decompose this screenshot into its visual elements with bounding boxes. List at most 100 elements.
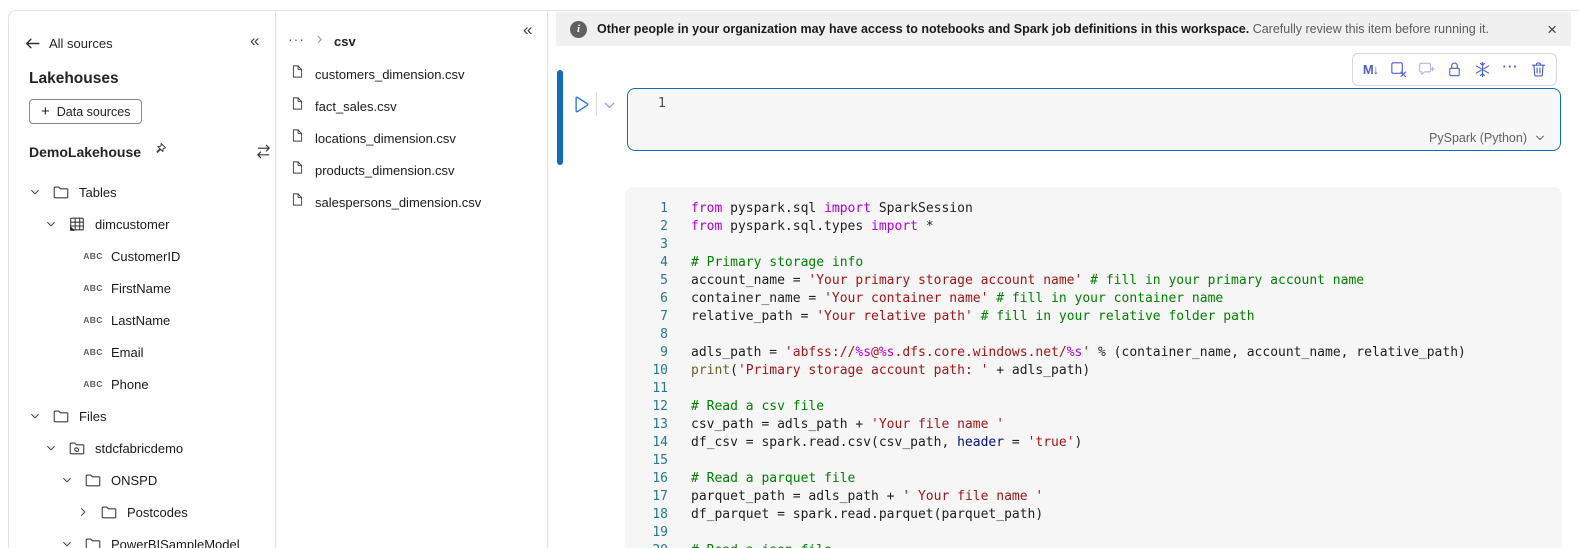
line-number: 16 xyxy=(625,470,668,488)
breadcrumb-current-folder[interactable]: csv xyxy=(334,34,356,49)
chevron-placeholder xyxy=(59,280,75,296)
code-text: df_parquet = spark.read.parquet(parquet_… xyxy=(691,506,1043,524)
tree-item-firstname[interactable]: ABC FirstName xyxy=(9,272,275,304)
divider xyxy=(596,92,597,116)
folder-icon xyxy=(99,502,119,522)
close-banner-icon[interactable]: × xyxy=(1547,21,1557,38)
shortcut-folder-icon xyxy=(67,438,87,458)
collapse-files-panel-icon[interactable]: « xyxy=(523,21,532,38)
info-icon: i xyxy=(570,21,587,38)
plus-icon: + xyxy=(41,103,50,120)
banner-regular-text: Carefully review this item before runnin… xyxy=(1249,22,1489,36)
folder-icon xyxy=(83,470,103,490)
tree-item-label: Phone xyxy=(111,377,149,392)
tree-item-onspd[interactable]: ONSPD xyxy=(9,464,275,496)
markdown-icon[interactable]: M↓ xyxy=(1358,57,1384,83)
tree-item-label: ONSPD xyxy=(111,473,157,488)
line-number: 10 xyxy=(625,362,668,380)
tree-item-label: FirstName xyxy=(111,281,171,296)
clear-output-icon[interactable] xyxy=(1386,57,1412,83)
code-cell[interactable]: 1from pyspark.sql import SparkSession2fr… xyxy=(625,187,1562,548)
collapse-panel-icon[interactable]: « xyxy=(250,32,259,49)
code-line: 3 xyxy=(625,236,1562,254)
line-number: 12 xyxy=(625,398,668,416)
code-text: print('Primary storage account path: ' +… xyxy=(691,362,1090,380)
code-line: 15 xyxy=(625,452,1562,470)
chevron-down-icon[interactable] xyxy=(27,408,43,424)
switch-lakehouse-icon[interactable] xyxy=(254,142,273,166)
cell-language-selector[interactable]: PySpark (Python) xyxy=(1429,131,1546,145)
abc-badge: ABC xyxy=(83,278,103,298)
freeze-icon[interactable] xyxy=(1470,57,1496,83)
tree-item-postcodes[interactable]: Postcodes xyxy=(9,496,275,528)
code-line: 5account_name = 'Your primary storage ac… xyxy=(625,272,1562,290)
line-number: 6 xyxy=(625,290,668,308)
line-number: 13 xyxy=(625,416,668,434)
banner-text: Other people in your organization may ha… xyxy=(597,22,1489,36)
code-line: 13 csv_path = adls_path + 'Your file name… xyxy=(625,416,1562,434)
active-cell-line-number: 1 xyxy=(658,96,666,111)
code-text: df_csv = spark.read.csv(csv_path, header… xyxy=(691,434,1082,452)
page-title: Lakehouses xyxy=(29,70,119,88)
chevron-down-icon[interactable] xyxy=(59,536,75,548)
code-text: container_name = 'Your container name' #… xyxy=(691,290,1223,308)
file-item[interactable]: salespersons_dimension.csv xyxy=(277,186,547,218)
code-line: 19 xyxy=(625,524,1562,542)
file-item[interactable]: fact_sales.csv xyxy=(277,90,547,122)
code-text: relative_path = 'Your relative path' # f… xyxy=(691,308,1255,326)
tree-item-label: Tables xyxy=(79,185,117,200)
more-icon[interactable]: ··· xyxy=(1498,57,1524,83)
code-text: adls_path = 'abfss://%s@%s.dfs.core.wind… xyxy=(691,344,1466,362)
tree-item-dimcustomer[interactable]: dimcustomer xyxy=(9,208,275,240)
code-line: 11 xyxy=(625,380,1562,398)
chevron-down-icon[interactable] xyxy=(43,216,59,232)
tree-item-customerid[interactable]: ABCCustomerID xyxy=(9,240,275,272)
add-data-sources-button[interactable]: + Data sources xyxy=(29,99,142,124)
breadcrumb-overflow[interactable]: ··· xyxy=(288,31,305,51)
back-label: All sources xyxy=(49,36,113,51)
code-line: 14df_csv = spark.read.csv(csv_path, head… xyxy=(625,434,1562,452)
tree-item-email[interactable]: ABCEmail xyxy=(9,336,275,368)
code-line: 6 container_name = 'Your container name' … xyxy=(625,290,1562,308)
tree-item-label: PowerBISampleModel xyxy=(111,537,240,548)
file-name: fact_sales.csv xyxy=(315,99,397,114)
chevron-down-icon[interactable] xyxy=(27,184,43,200)
chevron-right-icon[interactable] xyxy=(75,504,91,520)
line-number: 20 xyxy=(625,542,668,548)
run-cell-button[interactable] xyxy=(569,93,592,116)
chevron-down-icon[interactable] xyxy=(43,440,59,456)
file-item[interactable]: products_dimension.csv xyxy=(277,154,547,186)
active-code-cell[interactable]: 1 PySpark (Python) xyxy=(627,88,1561,151)
lock-icon[interactable] xyxy=(1442,57,1468,83)
code-line: 1from pyspark.sql import SparkSession xyxy=(625,200,1562,218)
code-line: 12 # Read a csv file xyxy=(625,398,1562,416)
tree-item-stdcfabricdemo[interactable]: stdcfabricdemo xyxy=(9,432,275,464)
tree-item-phone[interactable]: ABC Phone xyxy=(9,368,275,400)
banner-bold-text: Other people in your organization may ha… xyxy=(597,22,1249,36)
folder-icon xyxy=(51,182,71,202)
back-to-all-sources[interactable]: All sources xyxy=(24,31,113,55)
tree-item-powerbisamplemodel[interactable]: PowerBISampleModel xyxy=(9,528,275,548)
pin-icon[interactable] xyxy=(151,141,168,163)
abc-badge: ABC xyxy=(83,310,103,330)
file-item[interactable]: customers_dimension.csv xyxy=(277,58,547,90)
code-text: csv_path = adls_path + 'Your file name ' xyxy=(691,416,1004,434)
tree-item-lastname[interactable]: ABCLastName xyxy=(9,304,275,336)
abc-badge: ABC xyxy=(83,374,103,394)
abc-badge: ABC xyxy=(83,342,103,362)
line-number: 2 xyxy=(625,218,668,236)
code-line: 20# Read a json file xyxy=(625,542,1562,548)
line-number: 7 xyxy=(625,308,668,326)
delete-icon[interactable] xyxy=(1526,57,1552,83)
code-line: 9adls_path = 'abfss://%s@%s.dfs.core.win… xyxy=(625,344,1562,362)
lakehouse-explorer-panel: All sources « Lakehouses + Data sources … xyxy=(9,11,276,548)
run-options-chevron-icon[interactable] xyxy=(602,98,617,118)
code-text: parquet_path = adls_path + ' Your file n… xyxy=(691,488,1043,506)
breadcrumb: ··· csv xyxy=(288,29,356,53)
chevron-down-icon[interactable] xyxy=(59,472,75,488)
file-item[interactable]: locations_dimension.csv xyxy=(277,122,547,154)
tree-item-tables[interactable]: Tables xyxy=(9,176,275,208)
code-text: # Read a csv file xyxy=(691,398,824,416)
tree-item-files[interactable]: Files xyxy=(9,400,275,432)
folder-icon xyxy=(83,534,103,548)
